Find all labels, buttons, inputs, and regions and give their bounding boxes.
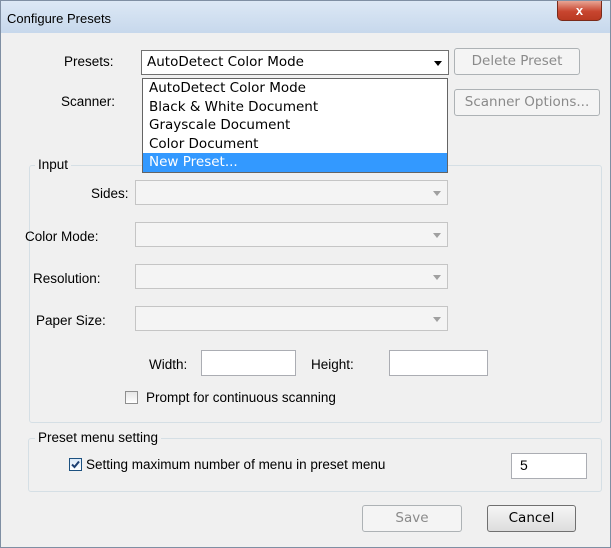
height-field[interactable]: [389, 350, 488, 376]
preset-menu-group-legend: Preset menu setting: [35, 430, 162, 445]
title-bar[interactable]: Configure Presets x: [1, 1, 610, 33]
presets-label: Presets:: [64, 54, 114, 69]
prompt-continuous-checkbox[interactable]: [125, 391, 138, 404]
checkmark-icon: [71, 460, 80, 469]
scanner-label: Scanner:: [61, 94, 116, 109]
list-item[interactable]: AutoDetect Color Mode: [143, 79, 447, 98]
color-mode-label: Color Mode:: [25, 229, 99, 244]
resolution-label: Resolution:: [33, 271, 101, 286]
dialog-body: Presets: AutoDetect Color Mode Delete Pr…: [8, 33, 604, 542]
chevron-down-icon: [433, 233, 441, 238]
input-group-legend: Input: [35, 157, 72, 172]
delete-preset-button[interactable]: Delete Preset: [454, 48, 580, 75]
close-button[interactable]: x: [557, 1, 602, 21]
close-icon: x: [575, 3, 584, 18]
cancel-button[interactable]: Cancel: [487, 505, 576, 532]
list-item[interactable]: Color Document: [143, 135, 447, 154]
chevron-down-icon: [434, 61, 442, 66]
presets-dropdown[interactable]: AutoDetect Color Mode: [141, 50, 449, 75]
sides-dropdown[interactable]: [135, 180, 448, 205]
list-item[interactable]: Grayscale Document: [143, 116, 447, 135]
color-mode-dropdown[interactable]: [135, 222, 448, 247]
paper-size-label: Paper Size:: [36, 313, 106, 328]
max-menu-checkbox[interactable]: [69, 458, 82, 471]
max-menu-input[interactable]: 5: [511, 453, 587, 479]
resolution-dropdown[interactable]: [135, 264, 448, 289]
width-label: Width:: [149, 357, 188, 372]
configure-presets-window: Configure Presets x Presets: AutoDetect …: [0, 0, 611, 548]
chevron-down-icon: [433, 275, 441, 280]
list-item[interactable]: Black & White Document: [143, 98, 447, 117]
save-button[interactable]: Save: [362, 505, 462, 532]
sides-label: Sides:: [91, 186, 129, 201]
max-menu-label: Setting maximum number of menu in preset…: [86, 457, 386, 472]
presets-selected-value: AutoDetect Color Mode: [147, 54, 304, 70]
prompt-continuous-label: Prompt for continuous scanning: [146, 390, 336, 405]
scanner-options-button[interactable]: Scanner Options...: [454, 89, 600, 116]
chevron-down-icon: [433, 317, 441, 322]
list-item-highlighted[interactable]: New Preset...: [143, 153, 447, 172]
chevron-down-icon: [433, 191, 441, 196]
presets-dropdown-list[interactable]: AutoDetect Color Mode Black & White Docu…: [142, 78, 448, 173]
window-title: Configure Presets: [7, 11, 112, 26]
paper-size-dropdown[interactable]: [135, 306, 448, 331]
width-field[interactable]: [201, 350, 296, 376]
height-label: Height:: [311, 357, 354, 372]
